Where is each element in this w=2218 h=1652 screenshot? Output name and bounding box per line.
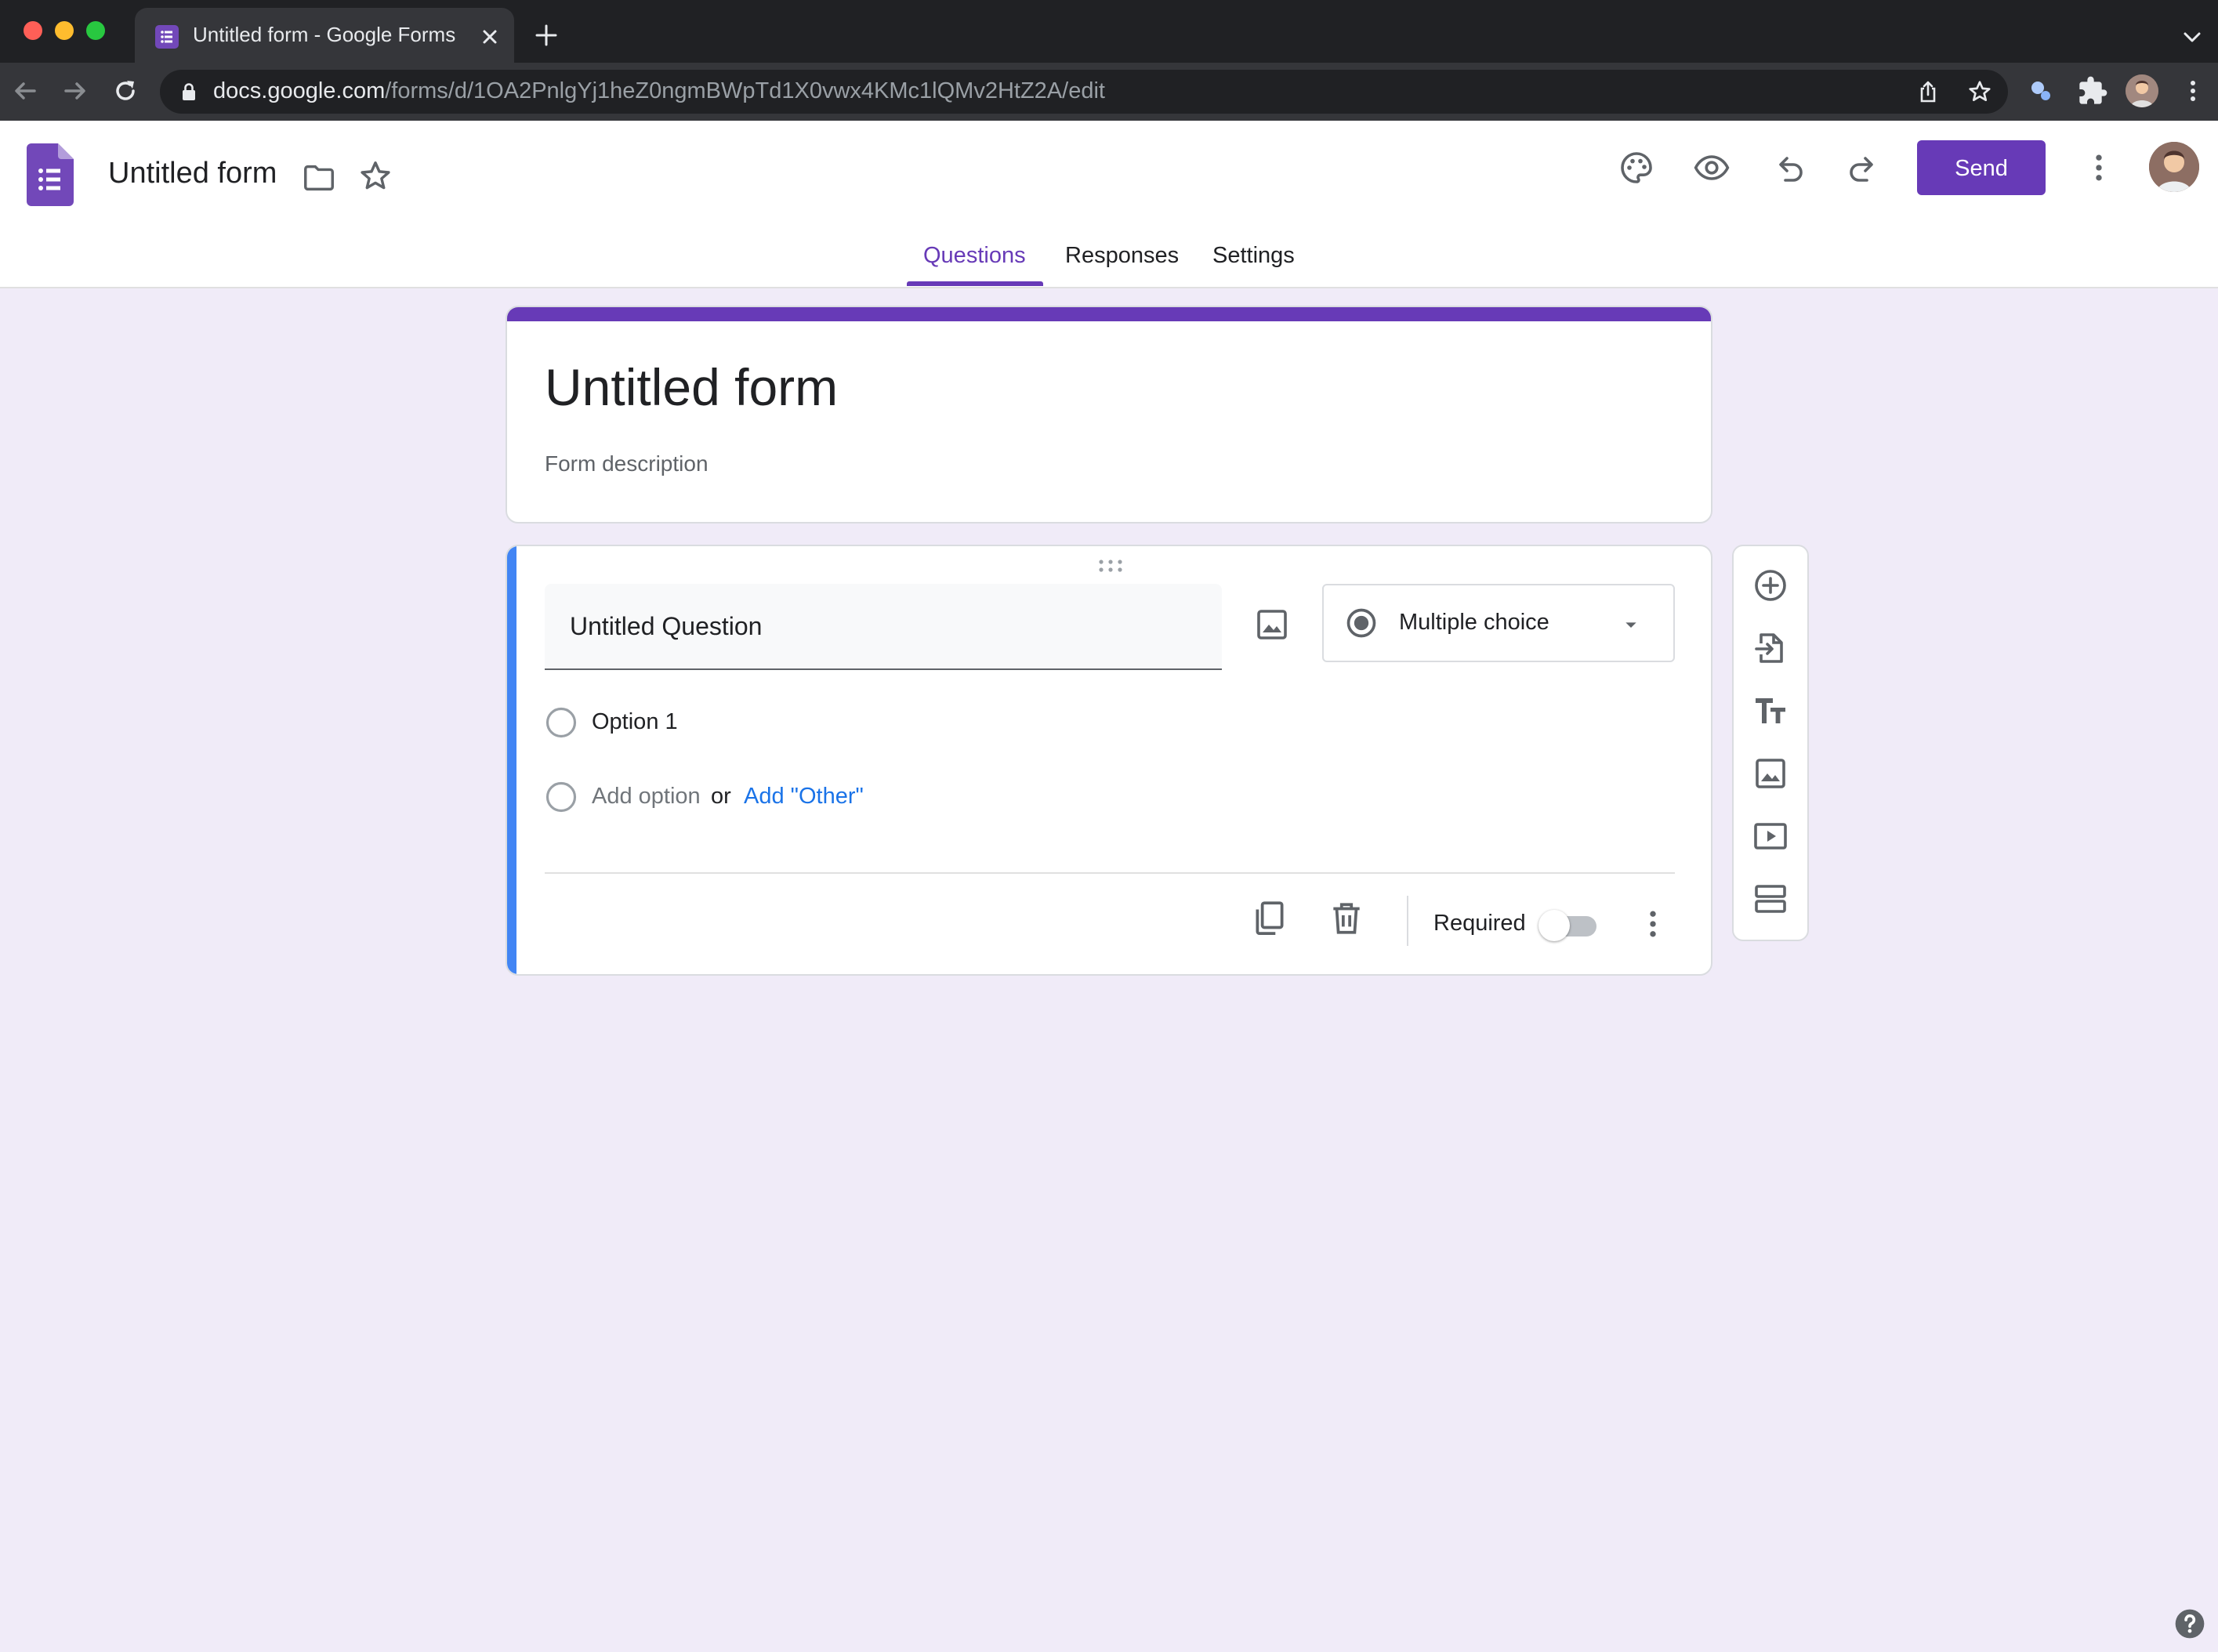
question-card-accent [507, 546, 516, 974]
document-title[interactable]: Untitled form [108, 157, 277, 190]
active-tab-indicator [907, 281, 1043, 286]
reload-icon[interactable] [110, 75, 141, 107]
question-type-label: Multiple choice [1399, 610, 1549, 635]
dropdown-arrow-icon [1618, 612, 1644, 637]
forms-favicon-icon [155, 25, 179, 49]
browser-tab[interactable]: Untitled form - Google Forms [135, 8, 514, 63]
maximize-window-button[interactable] [86, 21, 105, 40]
address-bar[interactable]: docs.google.com/forms/d/1OA2PnlgYj1heZ0n… [160, 70, 2008, 114]
redo-icon[interactable] [1845, 149, 1883, 187]
duplicate-icon[interactable] [1250, 899, 1289, 938]
url-path: /forms/d/1OA2PnlgYj1heZ0ngmBWpTd1X0vwx4K… [385, 78, 1105, 103]
bookmark-star-icon[interactable] [1967, 79, 1992, 104]
form-title[interactable]: Untitled form [545, 357, 838, 417]
extension-search-icon[interactable] [2025, 75, 2057, 107]
title-card-accent-bar [507, 307, 1711, 321]
option-radio-icon [545, 781, 578, 813]
question-title-text: Untitled Question [570, 612, 763, 640]
close-window-button[interactable] [24, 21, 42, 40]
add-video-icon[interactable] [1752, 817, 1789, 855]
close-tab-icon[interactable] [478, 25, 502, 49]
google-forms-logo-icon[interactable] [27, 143, 74, 206]
preview-eye-icon[interactable] [1693, 149, 1731, 187]
tab-questions[interactable]: Questions [923, 243, 1026, 269]
url-host: docs.google.com [213, 78, 386, 103]
floating-toolbar [1732, 545, 1809, 941]
add-section-icon[interactable] [1752, 880, 1789, 918]
option-radio-icon [545, 706, 578, 739]
add-option-input[interactable]: Add option [592, 784, 701, 810]
back-arrow-icon[interactable] [9, 75, 41, 107]
folder-icon[interactable] [301, 160, 337, 196]
palette-icon[interactable] [1618, 149, 1655, 187]
radio-button-checked-icon [1344, 606, 1379, 640]
divider [1407, 896, 1408, 946]
tab-responses[interactable]: Responses [1065, 243, 1179, 269]
send-button[interactable]: Send [1917, 140, 2046, 195]
account-avatar[interactable] [2149, 142, 2199, 192]
or-label: or [711, 784, 731, 809]
tab-search-chevron-icon[interactable] [2179, 24, 2205, 50]
extensions-puzzle-icon[interactable] [2077, 75, 2108, 107]
add-question-icon[interactable] [1752, 567, 1789, 604]
browser-menu-icon[interactable] [2179, 77, 2207, 105]
question-more-vert-icon[interactable] [1636, 907, 1670, 941]
form-title-card[interactable]: Untitled form Form description [506, 306, 1712, 523]
toggle-thumb [1538, 910, 1570, 941]
share-icon[interactable] [1915, 79, 1941, 104]
lock-icon[interactable] [179, 82, 199, 102]
question-title-input[interactable]: Untitled Question [545, 584, 1222, 670]
browser-tab-title: Untitled form - Google Forms [193, 23, 456, 46]
form-description-field[interactable]: Form description [545, 451, 709, 476]
required-label: Required [1433, 911, 1526, 936]
option-1-input[interactable]: Option 1 [592, 709, 678, 735]
help-icon[interactable] [2173, 1607, 2207, 1641]
add-title-icon[interactable] [1752, 692, 1789, 730]
new-tab-icon[interactable] [533, 22, 560, 49]
required-toggle[interactable] [1538, 908, 1601, 943]
question-card[interactable]: Untitled Question Multiple choice Option… [506, 545, 1712, 976]
browser-profile-avatar[interactable] [2126, 74, 2158, 107]
add-other-link[interactable]: Add "Other" [744, 784, 864, 810]
divider [545, 872, 1675, 874]
forward-arrow-icon[interactable] [60, 75, 91, 107]
star-icon[interactable] [357, 158, 393, 194]
tab-settings[interactable]: Settings [1212, 243, 1295, 269]
browser-tab-strip: Untitled form - Google Forms [0, 0, 2218, 63]
address-url: docs.google.com/forms/d/1OA2PnlgYj1heZ0n… [213, 78, 1105, 104]
question-type-dropdown[interactable]: Multiple choice [1322, 584, 1675, 662]
more-vert-icon[interactable] [2082, 150, 2116, 185]
undo-icon[interactable] [1770, 149, 1807, 187]
add-image-icon[interactable] [1253, 606, 1291, 643]
drag-handle-icon[interactable] [1095, 557, 1126, 574]
delete-trash-icon[interactable] [1327, 899, 1366, 938]
add-image-icon[interactable] [1752, 755, 1789, 792]
import-questions-icon[interactable] [1752, 629, 1789, 667]
minimize-window-button[interactable] [55, 21, 74, 40]
